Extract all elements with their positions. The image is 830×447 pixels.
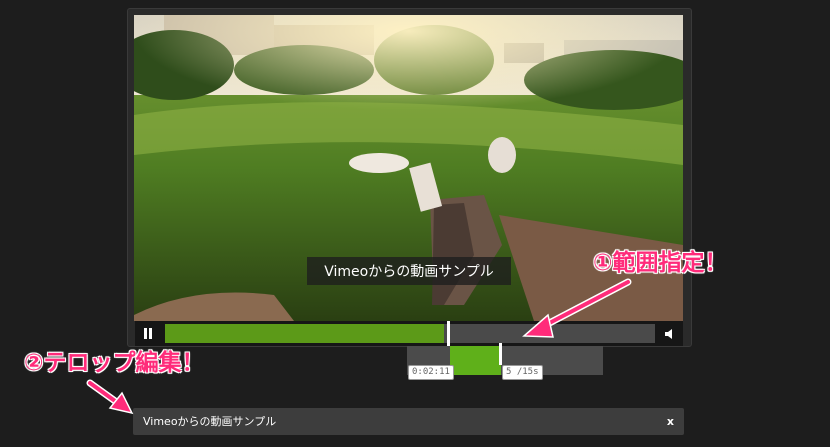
range-annotation: ①範囲指定！ [593,250,728,276]
arrow-icon [86,379,134,415]
caption-annotation: ②テロップ編集！ [24,350,205,376]
annotation-arrows [86,278,632,415]
arrow-icon [522,278,632,338]
